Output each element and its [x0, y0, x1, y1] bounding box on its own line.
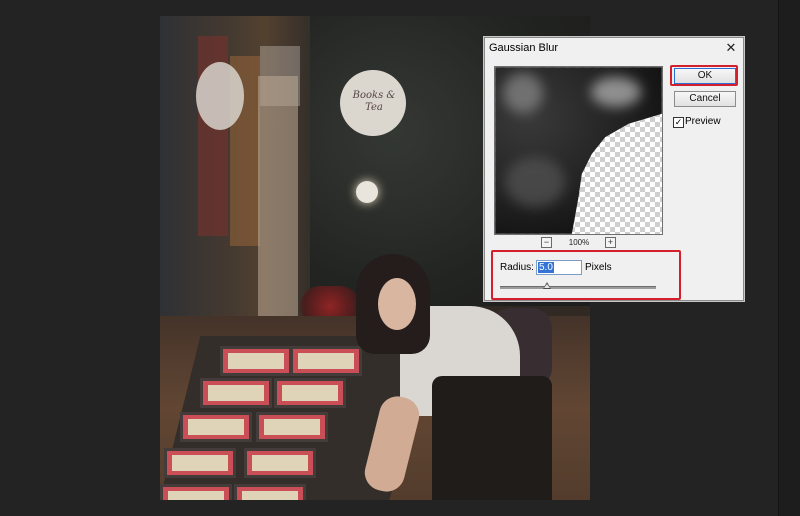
- radius-slider[interactable]: [500, 286, 656, 289]
- preview-highlight: [503, 73, 543, 113]
- gaussian-blur-dialog: Gaussian Blur ✕ − 100% + OK Cancel ✓ Pre…: [484, 37, 744, 301]
- preview-checkbox-label: Preview: [685, 116, 721, 127]
- cancel-button[interactable]: Cancel: [674, 91, 736, 107]
- radius-label: Radius:: [500, 262, 534, 273]
- zoom-controls: − 100% +: [494, 237, 661, 249]
- zoom-in-icon[interactable]: +: [605, 237, 616, 248]
- radius-value: 5.0: [538, 262, 554, 273]
- preview-checkbox[interactable]: ✓: [673, 117, 684, 128]
- preview-highlight: [591, 77, 641, 107]
- zoom-level: 100%: [568, 238, 590, 247]
- dialog-title: Gaussian Blur: [489, 42, 559, 54]
- radius-slider-thumb[interactable]: [542, 282, 551, 289]
- blur-preview[interactable]: [494, 66, 663, 235]
- photoshop-workspace: Books & Tea Gaussian Blur ✕ − 100% + OK …: [0, 0, 800, 516]
- radius-input[interactable]: 5.0: [536, 260, 582, 275]
- radius-highlight-annotation: Radius: 5.0 Pixels: [491, 250, 681, 300]
- ok-button[interactable]: OK: [674, 68, 736, 84]
- close-icon[interactable]: ✕: [723, 40, 739, 56]
- panel-edge: [778, 0, 800, 516]
- zoom-out-icon[interactable]: −: [541, 237, 552, 248]
- radius-units: Pixels: [585, 262, 612, 273]
- preview-shadow: [505, 157, 565, 207]
